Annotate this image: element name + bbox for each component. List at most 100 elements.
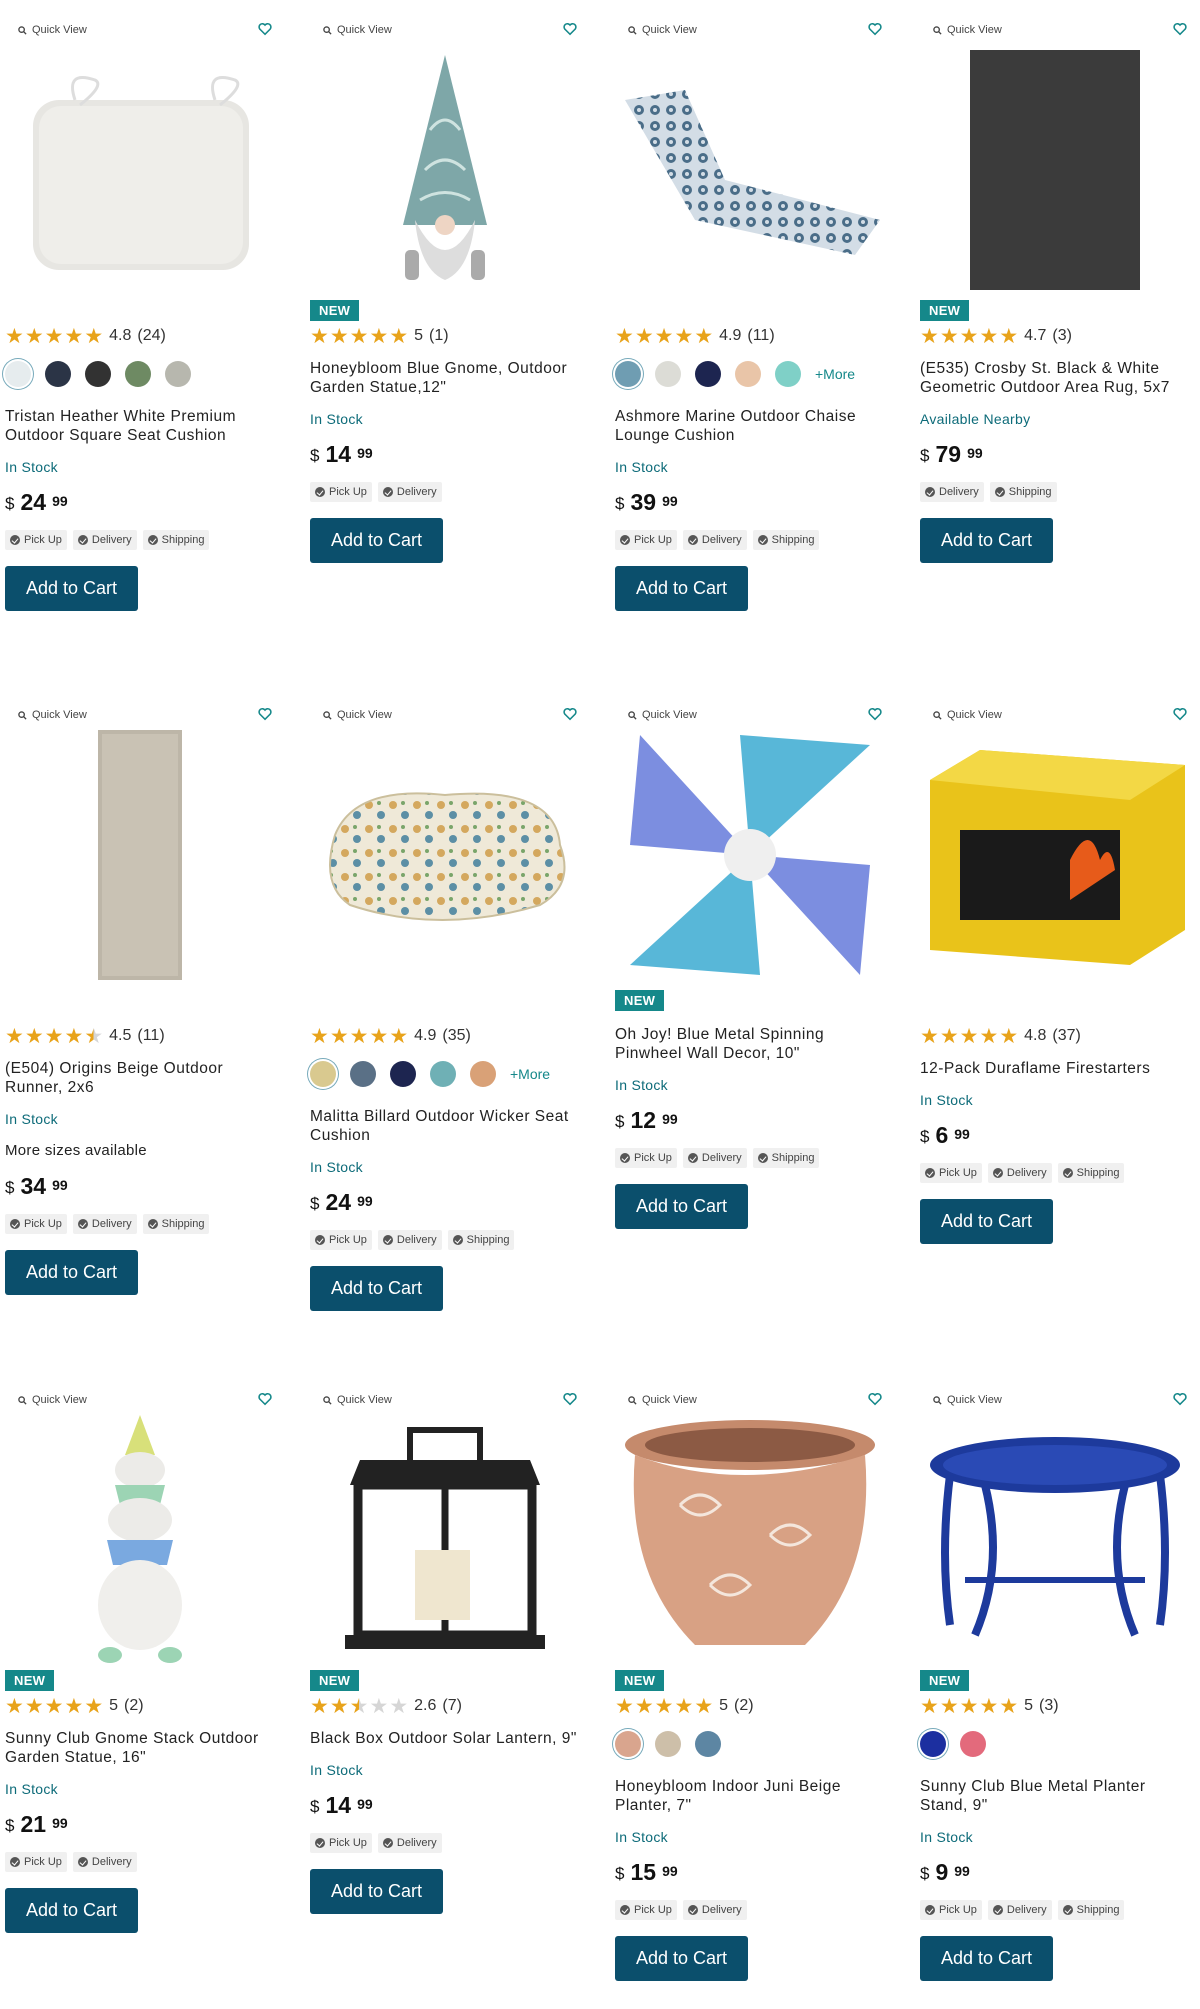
color-swatch[interactable] <box>615 1731 641 1757</box>
heart-icon[interactable] <box>1173 707 1187 721</box>
fulfillment-chip: Delivery <box>682 1900 747 1920</box>
color-swatch[interactable] <box>350 1061 376 1087</box>
product-image[interactable] <box>0 1415 280 1663</box>
quick-view-link[interactable]: Quick View <box>628 1394 697 1406</box>
heart-icon[interactable] <box>258 707 272 721</box>
product-image[interactable] <box>915 735 1195 975</box>
add-to-cart-button[interactable]: Add to Cart <box>920 518 1053 563</box>
rating[interactable]: ★ ★ ★ ★ ★ 5 (1) <box>310 325 585 347</box>
color-swatch[interactable] <box>655 361 681 387</box>
product-image[interactable] <box>0 730 280 980</box>
heart-icon[interactable] <box>868 1392 882 1406</box>
fulfillment-chip: Shipping <box>1057 1163 1125 1183</box>
heart-icon[interactable] <box>258 22 272 36</box>
add-to-cart-button[interactable]: Add to Cart <box>615 1936 748 1981</box>
add-to-cart-button[interactable]: Add to Cart <box>920 1936 1053 1981</box>
add-to-cart-button[interactable]: Add to Cart <box>310 1266 443 1311</box>
quick-view-link[interactable]: Quick View <box>933 1394 1002 1406</box>
product-image[interactable] <box>915 1420 1195 1660</box>
product-title[interactable]: Sunny Club Blue Metal Planter Stand, 9" <box>920 1777 1195 1815</box>
product-title[interactable]: 12-Pack Duraflame Firestarters <box>920 1059 1195 1078</box>
quick-view-link[interactable]: Quick View <box>628 24 697 36</box>
color-swatch[interactable] <box>960 1731 986 1757</box>
product-image[interactable] <box>915 50 1195 290</box>
color-swatch[interactable] <box>310 1061 336 1087</box>
rating[interactable]: ★ ★ ★ ★ ★ 4.9 (35) <box>310 1025 585 1047</box>
color-swatch[interactable] <box>615 361 641 387</box>
heart-icon[interactable] <box>1173 22 1187 36</box>
add-to-cart-button[interactable]: Add to Cart <box>5 1250 138 1295</box>
product-image[interactable] <box>305 735 585 975</box>
product-title[interactable]: Black Box Outdoor Solar Lantern, 9" <box>310 1729 585 1748</box>
rating[interactable]: ★ ★ ★ ★ ★ 4.8 (24) <box>5 325 280 347</box>
color-swatch[interactable] <box>430 1061 456 1087</box>
quick-view-link[interactable]: Quick View <box>323 24 392 36</box>
quick-view-link[interactable]: Quick View <box>18 24 87 36</box>
heart-icon[interactable] <box>1173 1392 1187 1406</box>
fulfillment-chip: Pick Up <box>310 482 372 502</box>
rating[interactable]: ★ ★ ★ ★ ★ 4.9 (11) <box>615 325 890 347</box>
color-swatch[interactable] <box>735 361 761 387</box>
heart-icon[interactable] <box>563 1392 577 1406</box>
product-image[interactable] <box>610 735 890 975</box>
rating[interactable]: ★ ★ ★ ★ ★ 5 (3) <box>920 1695 1195 1717</box>
add-to-cart-button[interactable]: Add to Cart <box>615 566 748 611</box>
rating[interactable]: ★ ★ ★ ★ ★ 5 (2) <box>5 1695 280 1717</box>
rating[interactable]: ★ ★ ★ ★ ★ 5 (2) <box>615 1695 890 1717</box>
product-image[interactable] <box>0 50 280 290</box>
rating[interactable]: ★ ★ ★ ★ ★ 4.5 (11) <box>5 1025 280 1047</box>
product-title[interactable]: Ashmore Marine Outdoor Chaise Lounge Cus… <box>615 407 890 445</box>
heart-icon[interactable] <box>868 22 882 36</box>
heart-icon[interactable] <box>563 22 577 36</box>
color-swatch[interactable] <box>125 361 151 387</box>
product-title[interactable]: Sunny Club Gnome Stack Outdoor Garden St… <box>5 1729 280 1767</box>
product-title[interactable]: (E504) Origins Beige Outdoor Runner, 2x6 <box>5 1059 280 1097</box>
quick-view-link[interactable]: Quick View <box>323 709 392 721</box>
color-swatch[interactable] <box>390 1061 416 1087</box>
product-title[interactable]: Oh Joy! Blue Metal Spinning Pinwheel Wal… <box>615 1025 890 1063</box>
new-badge: NEW <box>920 1670 970 1691</box>
fulfillment-chip: Shipping <box>989 482 1057 502</box>
color-swatch[interactable] <box>5 361 31 387</box>
product-image[interactable] <box>610 50 890 290</box>
product-title[interactable]: Tristan Heather White Premium Outdoor Sq… <box>5 407 280 445</box>
color-swatch[interactable] <box>45 361 71 387</box>
quick-view-link[interactable]: Quick View <box>18 1394 87 1406</box>
price: $39 99 <box>615 489 678 515</box>
heart-icon[interactable] <box>868 707 882 721</box>
product-title[interactable]: Honeybloom Indoor Juni Beige Planter, 7" <box>615 1777 890 1815</box>
heart-icon[interactable] <box>258 1392 272 1406</box>
add-to-cart-button[interactable]: Add to Cart <box>615 1184 748 1229</box>
color-swatch[interactable] <box>165 361 191 387</box>
search-icon <box>628 25 637 35</box>
quick-view-link[interactable]: Quick View <box>628 709 697 721</box>
add-to-cart-button[interactable]: Add to Cart <box>310 1869 443 1914</box>
color-swatch[interactable] <box>695 361 721 387</box>
quick-view-link[interactable]: Quick View <box>933 24 1002 36</box>
product-title[interactable]: Malitta Billard Outdoor Wicker Seat Cush… <box>310 1107 585 1145</box>
product-title[interactable]: (E535) Crosby St. Black & White Geometri… <box>920 359 1195 397</box>
quick-view-link[interactable]: Quick View <box>933 709 1002 721</box>
color-swatch[interactable] <box>920 1731 946 1757</box>
add-to-cart-button[interactable]: Add to Cart <box>5 1888 138 1933</box>
product-title[interactable]: Honeybloom Blue Gnome, Outdoor Garden St… <box>310 359 585 397</box>
heart-icon[interactable] <box>563 707 577 721</box>
add-to-cart-button[interactable]: Add to Cart <box>5 566 138 611</box>
product-image[interactable] <box>305 1420 585 1660</box>
more-swatches-link[interactable]: +More <box>510 1066 550 1082</box>
rating[interactable]: ★ ★ ★ ★ ★ 4.7 (3) <box>920 325 1195 347</box>
color-swatch[interactable] <box>775 361 801 387</box>
more-swatches-link[interactable]: +More <box>815 366 855 382</box>
color-swatch[interactable] <box>695 1731 721 1757</box>
quick-view-link[interactable]: Quick View <box>323 1394 392 1406</box>
rating[interactable]: ★ ★ ★ ★ ★ 2.6 (7) <box>310 1695 585 1717</box>
add-to-cart-button[interactable]: Add to Cart <box>920 1199 1053 1244</box>
quick-view-link[interactable]: Quick View <box>18 709 87 721</box>
color-swatch[interactable] <box>85 361 111 387</box>
product-image[interactable] <box>305 50 585 290</box>
color-swatch[interactable] <box>655 1731 681 1757</box>
color-swatch[interactable] <box>470 1061 496 1087</box>
product-image[interactable] <box>610 1420 890 1660</box>
add-to-cart-button[interactable]: Add to Cart <box>310 518 443 563</box>
rating[interactable]: ★ ★ ★ ★ ★ 4.8 (37) <box>920 1025 1195 1047</box>
